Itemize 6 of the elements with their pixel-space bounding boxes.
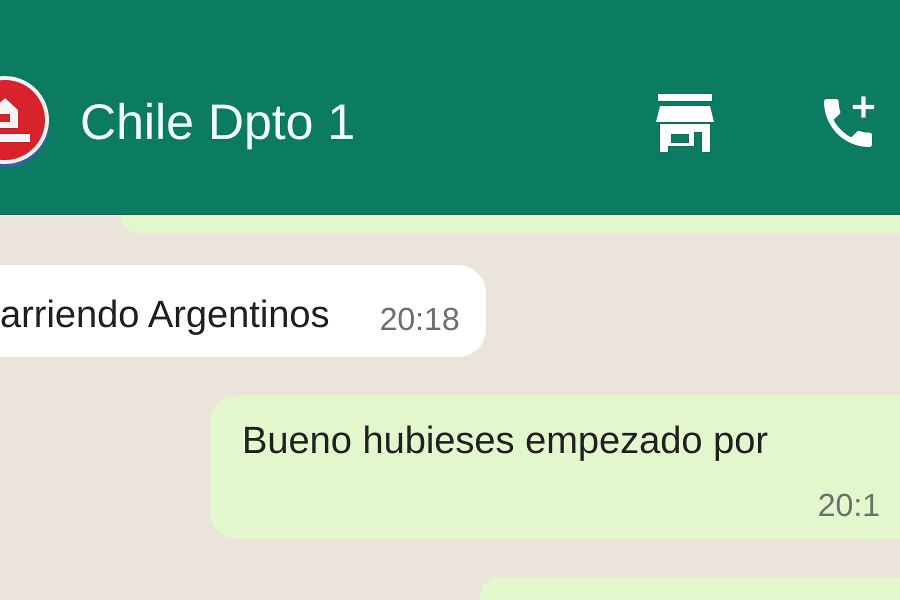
message-text: Bueno hubieses empezado por	[242, 419, 770, 464]
store-icon[interactable]	[654, 94, 716, 152]
message-time: 20:1	[818, 486, 880, 525]
message-time: 20:18	[380, 300, 460, 339]
chat-title[interactable]: Chile Dpto 1	[80, 85, 356, 160]
message-text: arriendo Argentinos	[0, 293, 330, 338]
